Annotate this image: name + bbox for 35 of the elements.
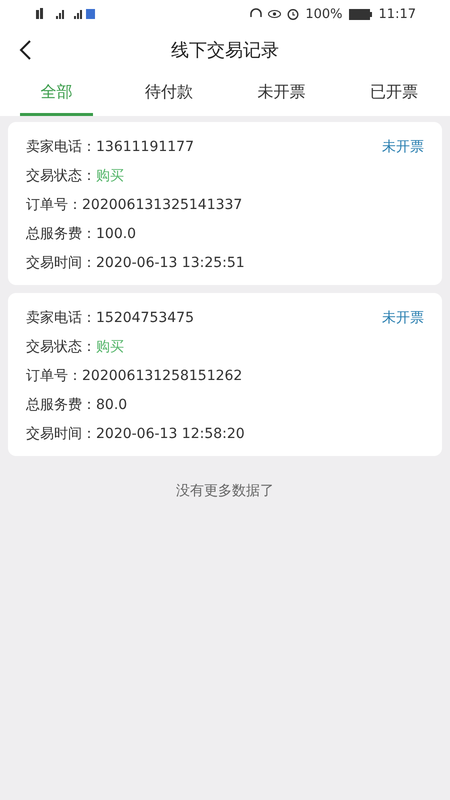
- field-value: 2020-06-13 13:25:51: [96, 254, 245, 270]
- invoice-status: 未开票: [382, 138, 424, 156]
- battery-percentage: 100%: [305, 6, 343, 22]
- signal-icon: [36, 7, 96, 21]
- field-value: 202006131325141337: [82, 196, 242, 212]
- page-title: 线下交易记录: [171, 39, 279, 62]
- headphones-icon: [250, 8, 262, 20]
- field-label: 交易状态：: [26, 166, 96, 184]
- field-value: 100.0: [96, 226, 136, 242]
- filter-tab[interactable]: 已开票: [358, 72, 430, 116]
- alarm-icon: [287, 8, 300, 20]
- field-value: 2020-06-13 12:58:20: [96, 426, 245, 442]
- filter-tab[interactable]: 待付款: [132, 72, 205, 116]
- field-value: 购买: [96, 166, 124, 184]
- filter-tab[interactable]: 未开票: [245, 72, 318, 116]
- eye-icon: [268, 9, 282, 19]
- battery-icon: [348, 8, 373, 20]
- field-value: 202006131258151262: [82, 368, 242, 384]
- invoice-status: 未开票: [382, 308, 424, 326]
- field-label: 订单号：: [26, 196, 82, 214]
- clock-time: 11:17: [378, 6, 416, 22]
- field-label: 订单号：: [26, 366, 82, 384]
- field-value: 80.0: [96, 396, 128, 412]
- field-label: 总服务费：: [26, 396, 96, 414]
- field-value: 购买: [96, 338, 124, 356]
- phone-number: 15204753475: [96, 310, 194, 326]
- end-of-list-text: 没有更多数据了: [176, 483, 274, 499]
- field-label: 总服务费：: [26, 224, 96, 242]
- field-label: 交易时间：: [26, 424, 96, 442]
- back-icon[interactable]: [18, 40, 32, 60]
- field-label: 卖家电话：: [26, 138, 96, 156]
- field-label: 卖家电话：: [26, 308, 96, 326]
- phone-number: 13611191177: [96, 138, 194, 154]
- field-label: 交易状态：: [26, 338, 96, 356]
- field-label: 交易时间：: [26, 254, 96, 272]
